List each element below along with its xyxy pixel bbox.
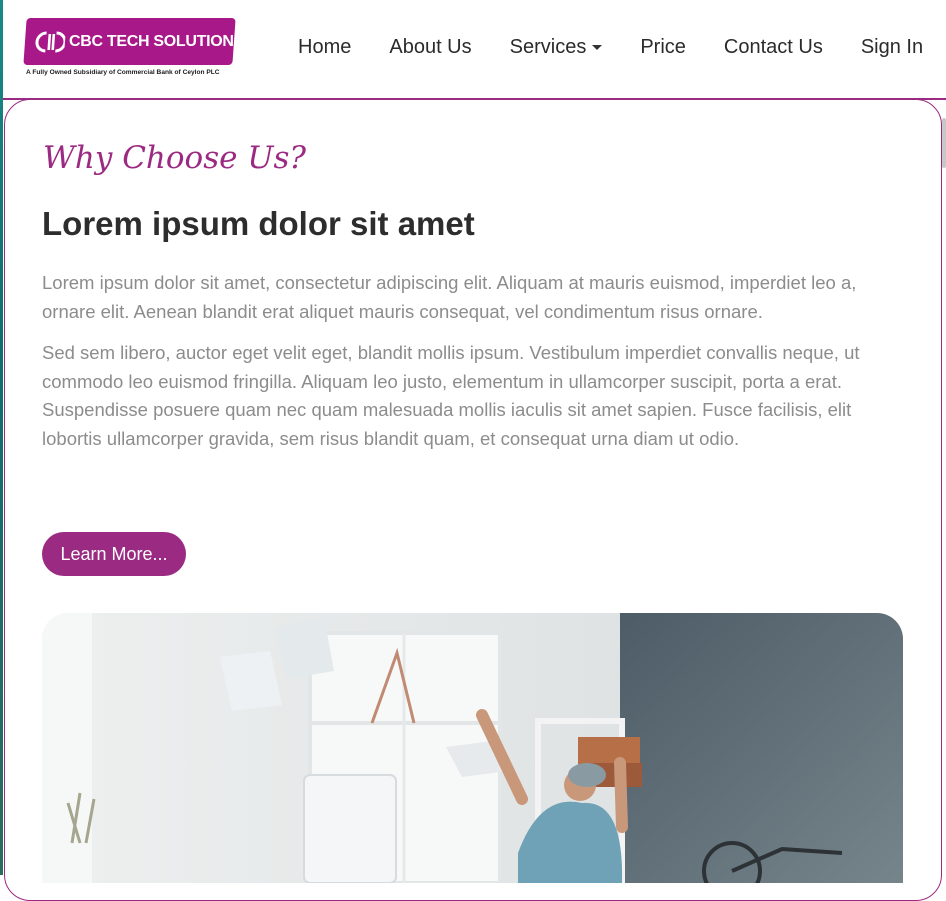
nav-sign-in[interactable]: Sign In <box>861 36 923 59</box>
main-nav: Home About Us Services Price Contact Us … <box>298 36 923 59</box>
nav-home[interactable]: Home <box>298 36 351 59</box>
nav-price-label: Price <box>640 36 686 58</box>
nav-sign-in-label: Sign In <box>860 36 924 58</box>
section-heading: Lorem ipsum dolor sit amet <box>42 205 475 242</box>
nav-about-us-label: About Us <box>389 36 472 58</box>
nav-services-label: Services <box>509 36 587 58</box>
nav-home-label: Home <box>298 36 352 58</box>
section-paragraph-2: Sed sem libero, auctor eget velit eget, … <box>42 342 860 449</box>
section-paragraph-1: Lorem ipsum dolor sit amet, consectetur … <box>42 272 857 322</box>
nav-services[interactable]: Services <box>510 36 603 59</box>
office-photo <box>42 613 903 883</box>
site-header: CBC TECH SOLUTIONS A Fully Owned Subsidi… <box>3 0 946 100</box>
section-kicker: Why Choose Us? <box>43 140 306 176</box>
nav-contact-us-label: Contact Us <box>723 36 823 58</box>
window-edge <box>0 0 3 875</box>
learn-more-button[interactable]: Learn More... <box>42 532 186 576</box>
nav-price[interactable]: Price <box>640 36 686 59</box>
caret-down-icon <box>592 45 603 50</box>
scrollbar-thumb[interactable] <box>942 118 946 168</box>
nav-contact-us[interactable]: Contact Us <box>724 36 823 59</box>
logo-badge: CBC TECH SOLUTIONS <box>23 18 244 65</box>
logo-tagline: A Fully Owned Subsidiary of Commercial B… <box>26 69 220 76</box>
office-photo-illustration <box>42 613 903 883</box>
cbc-logo-icon <box>35 31 66 53</box>
logo-text: CBC TECH SOLUTIONS <box>68 33 245 50</box>
brand-logo[interactable]: CBC TECH SOLUTIONS A Fully Owned Subsidi… <box>23 16 244 80</box>
nav-about-us[interactable]: About Us <box>389 36 471 59</box>
